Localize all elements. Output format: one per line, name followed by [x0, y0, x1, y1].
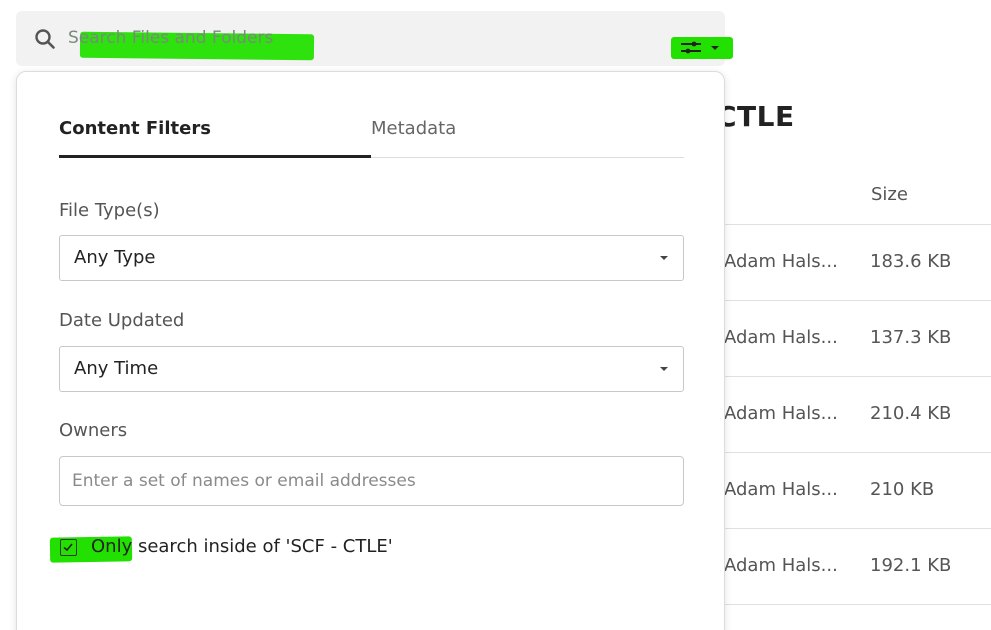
row-size: 210.4 KB: [870, 403, 952, 424]
search-filter-popover: Content Filters Metadata File Type(s) An…: [16, 71, 725, 630]
row-size: 210 KB: [870, 479, 935, 500]
scope-checkbox-label[interactable]: Only search inside of 'SCF - CTLE': [91, 536, 393, 557]
filter-tabs: Content Filters Metadata: [59, 116, 684, 158]
row-owner: Adam Hals...: [724, 555, 838, 576]
caret-down-icon: [711, 46, 719, 50]
sliders-icon: [681, 41, 719, 54]
row-size: 183.6 KB: [870, 251, 952, 272]
tab-content-filters[interactable]: Content Filters: [59, 116, 371, 158]
file-type-label: File Type(s): [59, 200, 160, 221]
search-icon: [34, 28, 56, 50]
tab-metadata[interactable]: Metadata: [371, 116, 684, 158]
file-type-value: Any Type: [74, 247, 156, 268]
owners-label: Owners: [59, 420, 128, 441]
folder-title: CTLE: [716, 100, 795, 133]
table-row[interactable]: Adam Hals... 137.3 KB: [724, 301, 991, 377]
caret-down-icon: [660, 367, 668, 371]
caret-down-icon: [660, 256, 668, 260]
table-row[interactable]: Adam Hals... 183.6 KB: [724, 225, 991, 301]
tab-label: Content Filters: [59, 118, 211, 139]
row-owner: Adam Hals...: [724, 327, 838, 348]
search-input[interactable]: [68, 21, 628, 55]
table-row[interactable]: Adam Hals... 210.4 KB: [724, 377, 991, 453]
scope-checkbox[interactable]: [60, 539, 77, 556]
file-type-select[interactable]: Any Type: [59, 235, 684, 281]
date-updated-label: Date Updated: [59, 310, 185, 331]
row-owner: Adam Hals...: [724, 251, 838, 272]
column-header-size[interactable]: Size: [871, 184, 908, 205]
tab-label: Metadata: [371, 118, 457, 139]
owners-input[interactable]: [59, 456, 684, 506]
search-bar: [16, 11, 733, 66]
check-icon: [63, 543, 73, 552]
row-owner: Adam Hals...: [724, 403, 838, 424]
date-updated-value: Any Time: [74, 358, 159, 379]
row-owner: Adam Hals...: [724, 479, 838, 500]
table-row[interactable]: Adam Hals... 192.1 KB: [724, 529, 991, 605]
filter-toggle-button[interactable]: [671, 37, 733, 59]
table-row[interactable]: Adam Hals... 210 KB: [724, 453, 991, 529]
row-size: 192.1 KB: [870, 555, 952, 576]
row-size: 137.3 KB: [870, 327, 952, 348]
date-updated-select[interactable]: Any Time: [59, 346, 684, 392]
